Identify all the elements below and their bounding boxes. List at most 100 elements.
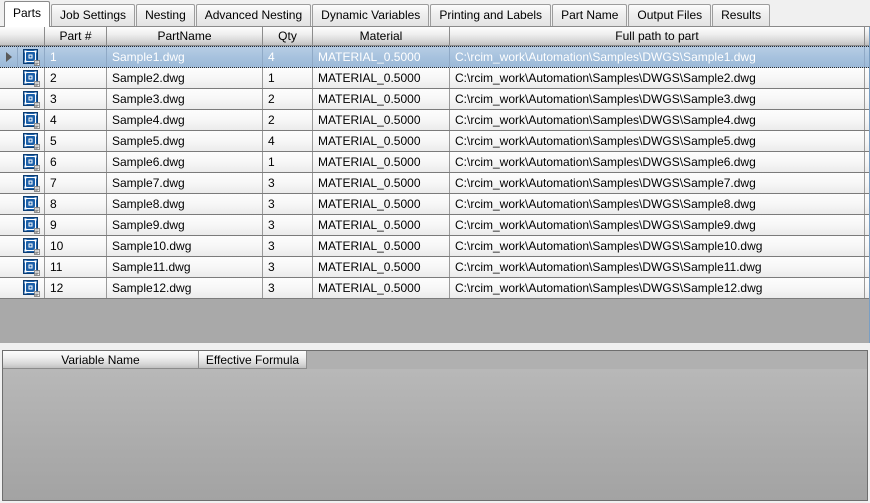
cell-full-path[interactable]: C:\rcim_work\Automation\Samples\DWGS\Sam… xyxy=(450,236,865,256)
cell-part-number[interactable]: 3 xyxy=(45,89,107,109)
cad-part-icon[interactable] xyxy=(18,152,45,172)
row-selector[interactable] xyxy=(0,278,18,298)
cad-part-icon[interactable] xyxy=(18,131,45,151)
tab-output-files[interactable]: Output Files xyxy=(628,4,712,26)
cell-material[interactable]: MATERIAL_0.5000 xyxy=(313,236,450,256)
cell-part-number[interactable]: 11 xyxy=(45,257,107,277)
cell-part-number[interactable]: 9 xyxy=(45,215,107,235)
cell-material[interactable]: MATERIAL_0.5000 xyxy=(313,173,450,193)
cell-part-name[interactable]: Sample9.dwg xyxy=(107,215,263,235)
tab-printing-and-labels[interactable]: Printing and Labels xyxy=(430,4,552,26)
cell-full-path[interactable]: C:\rcim_work\Automation\Samples\DWGS\Sam… xyxy=(450,68,865,88)
cad-part-icon[interactable] xyxy=(18,194,45,214)
tab-nesting[interactable]: Nesting xyxy=(136,4,195,26)
row-selector[interactable] xyxy=(0,110,18,130)
cell-material[interactable]: MATERIAL_0.5000 xyxy=(313,47,450,67)
cell-full-path[interactable]: C:\rcim_work\Automation\Samples\DWGS\Sam… xyxy=(450,194,865,214)
cell-qty[interactable]: 1 xyxy=(263,68,313,88)
table-row[interactable]: 5 Sample5.dwg 4 MATERIAL_0.5000 C:\rcim_work… xyxy=(0,131,869,152)
cad-part-icon[interactable] xyxy=(18,215,45,235)
column-header-row-indicator[interactable] xyxy=(0,27,45,45)
cell-qty[interactable]: 2 xyxy=(263,89,313,109)
tab-results[interactable]: Results xyxy=(712,4,771,26)
table-row[interactable]: 7 Sample7.dwg 3 MATERIAL_0.5000 C:\rcim_work… xyxy=(0,173,869,194)
cell-full-path[interactable]: C:\rcim_work\Automation\Samples\DWGS\Sam… xyxy=(450,131,865,151)
cell-part-name[interactable]: Sample8.dwg xyxy=(107,194,263,214)
tab-dynamic-variables[interactable]: Dynamic Variables xyxy=(312,4,430,26)
cad-part-icon[interactable] xyxy=(18,47,45,67)
tab-advanced-nesting[interactable]: Advanced Nesting xyxy=(195,4,312,26)
cell-full-path[interactable]: C:\rcim_work\Automation\Samples\DWGS\Sam… xyxy=(450,47,865,67)
cell-part-name[interactable]: Sample2.dwg xyxy=(107,68,263,88)
cell-full-path[interactable]: C:\rcim_work\Automation\Samples\DWGS\Sam… xyxy=(450,110,865,130)
table-row[interactable]: 9 Sample9.dwg 3 MATERIAL_0.5000 C:\rcim_work… xyxy=(0,215,869,236)
cell-qty[interactable]: 3 xyxy=(263,236,313,256)
cell-full-path[interactable]: C:\rcim_work\Automation\Samples\DWGS\Sam… xyxy=(450,152,865,172)
column-header-qty[interactable]: Qty xyxy=(263,27,313,45)
cell-part-name[interactable]: Sample1.dwg xyxy=(107,47,263,67)
cell-part-name[interactable]: Sample12.dwg xyxy=(107,278,263,298)
variables-data-grid[interactable]: Variable Name Effective Formula xyxy=(2,350,868,501)
cad-part-icon[interactable] xyxy=(18,257,45,277)
cell-part-number[interactable]: 6 xyxy=(45,152,107,172)
cell-part-name[interactable]: Sample4.dwg xyxy=(107,110,263,130)
row-selector[interactable] xyxy=(0,173,18,193)
cell-full-path[interactable]: C:\rcim_work\Automation\Samples\DWGS\Sam… xyxy=(450,257,865,277)
cell-qty[interactable]: 3 xyxy=(263,215,313,235)
cad-part-icon[interactable] xyxy=(18,110,45,130)
row-selector[interactable] xyxy=(0,89,18,109)
cell-material[interactable]: MATERIAL_0.5000 xyxy=(313,68,450,88)
cad-part-icon[interactable] xyxy=(18,236,45,256)
tab-job-settings[interactable]: Job Settings xyxy=(51,4,136,26)
cell-part-name[interactable]: Sample3.dwg xyxy=(107,89,263,109)
cad-part-icon[interactable] xyxy=(18,173,45,193)
table-row[interactable]: 12 Sample12.dwg 3 MATERIAL_0.5000 C:\rcim_wo… xyxy=(0,278,869,299)
row-selector[interactable] xyxy=(0,257,18,277)
cad-part-icon[interactable] xyxy=(18,68,45,88)
tab-parts[interactable]: Parts xyxy=(4,1,51,27)
cell-part-number[interactable]: 5 xyxy=(45,131,107,151)
row-selector[interactable] xyxy=(0,47,18,67)
cell-part-number[interactable]: 1 xyxy=(45,47,107,67)
cell-material[interactable]: MATERIAL_0.5000 xyxy=(313,257,450,277)
table-row[interactable]: 1 Sample1.dwg 4 MATERIAL_0.5000 C:\rcim_work… xyxy=(0,46,869,68)
row-selector[interactable] xyxy=(0,68,18,88)
row-selector[interactable] xyxy=(0,194,18,214)
cell-qty[interactable]: 4 xyxy=(263,131,313,151)
panel-splitter[interactable] xyxy=(0,343,870,350)
cell-qty[interactable]: 3 xyxy=(263,194,313,214)
cell-part-name[interactable]: Sample11.dwg xyxy=(107,257,263,277)
column-header-effective-formula[interactable]: Effective Formula xyxy=(199,351,307,369)
table-row[interactable]: 4 Sample4.dwg 2 MATERIAL_0.5000 C:\rcim_work… xyxy=(0,110,869,131)
cell-qty[interactable]: 3 xyxy=(263,257,313,277)
table-row[interactable]: 11 Sample11.dwg 3 MATERIAL_0.5000 C:\rcim_wo… xyxy=(0,257,869,278)
cell-part-name[interactable]: Sample5.dwg xyxy=(107,131,263,151)
cell-material[interactable]: MATERIAL_0.5000 xyxy=(313,194,450,214)
parts-data-grid[interactable]: Part # PartName Qty Material Full path t… xyxy=(0,27,870,343)
cell-part-name[interactable]: Sample7.dwg xyxy=(107,173,263,193)
cell-qty[interactable]: 1 xyxy=(263,152,313,172)
cell-qty[interactable]: 2 xyxy=(263,110,313,130)
table-row[interactable]: 6 Sample6.dwg 1 MATERIAL_0.5000 C:\rcim_work… xyxy=(0,152,869,173)
cell-part-number[interactable]: 7 xyxy=(45,173,107,193)
column-header-part-number[interactable]: Part # xyxy=(45,27,107,45)
cell-material[interactable]: MATERIAL_0.5000 xyxy=(313,152,450,172)
cell-part-number[interactable]: 10 xyxy=(45,236,107,256)
cell-part-name[interactable]: Sample10.dwg xyxy=(107,236,263,256)
cell-material[interactable]: MATERIAL_0.5000 xyxy=(313,278,450,298)
column-header-part-name[interactable]: PartName xyxy=(107,27,263,45)
cad-part-icon[interactable] xyxy=(18,89,45,109)
cell-material[interactable]: MATERIAL_0.5000 xyxy=(313,89,450,109)
cell-material[interactable]: MATERIAL_0.5000 xyxy=(313,215,450,235)
cell-part-number[interactable]: 4 xyxy=(45,110,107,130)
cell-qty[interactable]: 3 xyxy=(263,278,313,298)
cell-full-path[interactable]: C:\rcim_work\Automation\Samples\DWGS\Sam… xyxy=(450,173,865,193)
cell-full-path[interactable]: C:\rcim_work\Automation\Samples\DWGS\Sam… xyxy=(450,278,865,298)
cell-part-number[interactable]: 12 xyxy=(45,278,107,298)
column-header-full-path[interactable]: Full path to part xyxy=(450,27,865,45)
cad-part-icon[interactable] xyxy=(18,278,45,298)
row-selector[interactable] xyxy=(0,236,18,256)
cell-material[interactable]: MATERIAL_0.5000 xyxy=(313,131,450,151)
cell-qty[interactable]: 4 xyxy=(263,47,313,67)
cell-part-number[interactable]: 2 xyxy=(45,68,107,88)
